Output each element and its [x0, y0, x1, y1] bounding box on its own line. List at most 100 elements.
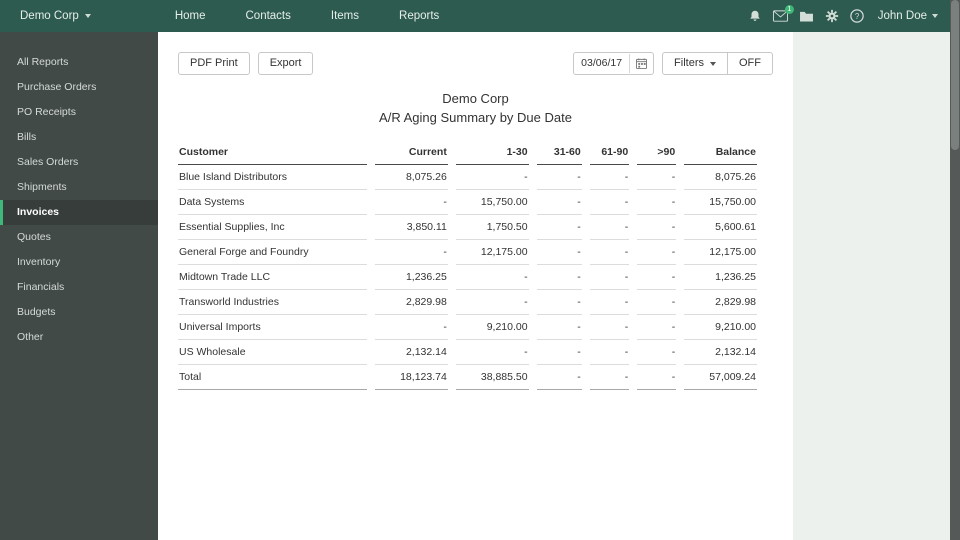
- page-scrollbar[interactable]: [950, 0, 960, 540]
- customer-cell: Blue Island Distributors: [178, 165, 368, 190]
- filters-label: Filters: [674, 57, 704, 69]
- date-value: 03/06/17: [581, 57, 623, 69]
- amount-cell: -: [637, 265, 677, 290]
- table-row: General Forge and Foundry -12,175.00- - -12…: [178, 240, 757, 265]
- amount-cell: -: [536, 290, 582, 315]
- scrollbar-thumb[interactable]: [951, 0, 959, 150]
- amount-cell: 1,236.25: [684, 265, 757, 290]
- sidebar-item-po-receipts[interactable]: PO Receipts: [0, 100, 158, 125]
- navbar-right: 1 ? John Doe: [748, 5, 950, 23]
- amount-cell: 9,210.00: [455, 315, 529, 340]
- amount-cell: -: [589, 365, 630, 390]
- total-label-cell: Total: [178, 365, 368, 390]
- amount-cell: 3,850.11: [375, 215, 448, 240]
- report-table-body: Blue Island Distributors 8,075.26- - - -8,07…: [178, 165, 757, 390]
- sidebar-item-quotes[interactable]: Quotes: [0, 225, 158, 250]
- pdf-print-button[interactable]: PDF Print: [178, 52, 250, 75]
- amount-cell: 15,750.00: [455, 190, 529, 215]
- company-dropdown[interactable]: Demo Corp: [0, 0, 105, 32]
- toolbar-left: PDF Print Export: [178, 52, 314, 75]
- amount-cell: 12,175.00: [455, 240, 529, 265]
- amount-cell: -: [589, 215, 630, 240]
- report-toolbar: PDF Print Export 03/06/17 Filters OFF: [178, 52, 773, 75]
- company-name: Demo Corp: [20, 10, 79, 22]
- column-header-31-60: 31-60: [536, 141, 582, 165]
- customer-cell: Data Systems: [178, 190, 368, 215]
- sidebar-item-financials[interactable]: Financials: [0, 275, 158, 300]
- amount-cell: 2,829.98: [375, 290, 448, 315]
- customer-cell: Transworld Industries: [178, 290, 368, 315]
- amount-cell: -: [637, 340, 677, 365]
- amount-cell: 1,750.50: [455, 215, 529, 240]
- amount-cell: -: [637, 315, 677, 340]
- gear-icon[interactable]: [825, 9, 839, 23]
- amount-cell: -: [536, 340, 582, 365]
- nav-item-home[interactable]: Home: [155, 0, 226, 32]
- amount-cell: -: [637, 215, 677, 240]
- amount-cell: -: [536, 240, 582, 265]
- amount-cell: 8,075.26: [375, 165, 448, 190]
- svg-text:?: ?: [855, 12, 860, 21]
- amount-cell: 2,132.14: [684, 340, 757, 365]
- app-root: Demo Corp HomeContactsItemsReports 1: [0, 0, 960, 540]
- amount-cell: 38,885.50: [455, 365, 529, 390]
- main-area: PDF Print Export 03/06/17 Filters OFF De…: [158, 32, 950, 540]
- sidebar-item-sales-orders[interactable]: Sales Orders: [0, 150, 158, 175]
- calendar-icon[interactable]: [629, 54, 653, 73]
- amount-cell: -: [589, 340, 630, 365]
- table-row: Essential Supplies, Inc 3,850.11 1,750.50-…: [178, 215, 757, 240]
- sidebar-item-other[interactable]: Other: [0, 325, 158, 350]
- filters-group: Filters OFF: [662, 52, 773, 75]
- amount-cell: -: [375, 190, 448, 215]
- amount-cell: -: [455, 290, 529, 315]
- sidebar-item-budgets[interactable]: Budgets: [0, 300, 158, 325]
- column-header-90: >90: [637, 141, 677, 165]
- report-header: Demo Corp A/R Aging Summary by Due Date: [178, 91, 773, 125]
- user-menu[interactable]: John Doe: [878, 10, 938, 22]
- filters-button[interactable]: Filters: [662, 52, 728, 75]
- main-nav: Home Contacts Items Reports: [155, 0, 459, 32]
- column-header-customer: Customer: [178, 141, 368, 165]
- mail-icon[interactable]: 1: [772, 5, 794, 22]
- nav-item-contacts[interactable]: Contacts: [226, 0, 311, 32]
- table-row: Midtown Trade LLC 1,236.25- - - -1,236.25: [178, 265, 757, 290]
- amount-cell: -: [589, 190, 630, 215]
- customer-cell: Universal Imports: [178, 315, 368, 340]
- amount-cell: 1,236.25: [375, 265, 448, 290]
- amount-cell: -: [375, 240, 448, 265]
- export-button[interactable]: Export: [257, 52, 314, 75]
- amount-cell: -: [589, 165, 630, 190]
- amount-cell: -: [589, 240, 630, 265]
- amount-cell: -: [455, 165, 529, 190]
- sidebar-item-bills[interactable]: Bills: [0, 125, 158, 150]
- amount-cell: 15,750.00: [684, 190, 757, 215]
- date-picker[interactable]: 03/06/17: [573, 52, 655, 75]
- amount-cell: 12,175.00: [684, 240, 757, 265]
- amount-cell: 18,123.74: [375, 365, 448, 390]
- filters-off-toggle[interactable]: OFF: [727, 52, 773, 75]
- bell-icon[interactable]: [748, 9, 762, 23]
- amount-cell: 2,132.14: [375, 340, 448, 365]
- amount-cell: -: [536, 265, 582, 290]
- help-icon[interactable]: ?: [850, 9, 864, 23]
- amount-cell: 5,600.61: [684, 215, 757, 240]
- sidebar-item-shipments[interactable]: Shipments: [0, 175, 158, 200]
- amount-cell: -: [375, 315, 448, 340]
- sidebar-item-invoices[interactable]: Invoices: [0, 200, 158, 225]
- column-header-61-90: 61-90: [589, 141, 630, 165]
- amount-cell: 8,075.26: [684, 165, 757, 190]
- amount-cell: -: [536, 215, 582, 240]
- sidebar-item-all-reports[interactable]: All Reports: [0, 50, 158, 75]
- folder-icon[interactable]: [799, 10, 814, 22]
- sidebar-item-inventory[interactable]: Inventory: [0, 250, 158, 275]
- nav-item-items[interactable]: Items: [311, 0, 379, 32]
- amount-cell: -: [637, 240, 677, 265]
- sidebar-item-purchase-orders[interactable]: Purchase Orders: [0, 75, 158, 100]
- table-row: Universal Imports -9,210.00- - -9,210.00: [178, 315, 757, 340]
- aging-summary-table: Customer Current 1-30 31-60 61-90 >90 Balance …: [170, 141, 765, 390]
- table-row: Data Systems -15,750.00- - -15,750.00: [178, 190, 757, 215]
- chevron-down-icon: [932, 14, 938, 18]
- nav-item-reports[interactable]: Reports: [379, 0, 459, 32]
- column-header-balance: Balance: [684, 141, 757, 165]
- report-company-name: Demo Corp: [442, 91, 509, 106]
